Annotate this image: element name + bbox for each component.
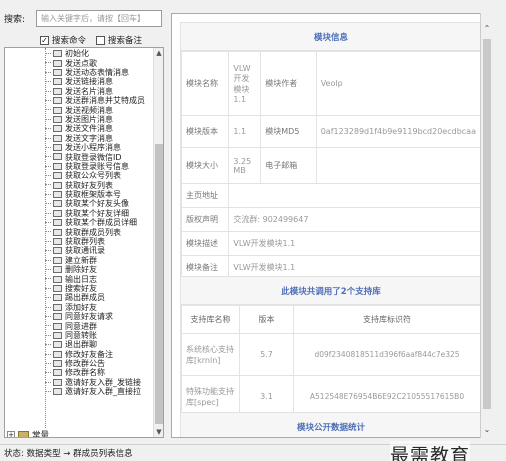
- name-value: VLW开发模块1.1: [228, 51, 262, 116]
- command-icon: [53, 106, 62, 114]
- command-icon: [53, 275, 62, 283]
- command-icon: [53, 360, 62, 368]
- module-info-card: 模块信息 模块名称 VLW开发模块1.1 模块作者 Veolp 模块版本 1.1…: [180, 22, 482, 281]
- support-libs-table: 支持库名称 版本 支持库标识符 系统核心支持库[krnln] 5.7 d09f2…: [181, 305, 481, 418]
- md5-value: 0af123289d1f4b9e9119bcd20ecdbcaa: [315, 115, 482, 148]
- lib-id-cell: d09f2340818511d396f6aaf844c7e325: [293, 333, 481, 376]
- command-icon: [53, 144, 62, 152]
- command-icon: [53, 115, 62, 123]
- copyright-value: 交流群: 902499647: [228, 207, 481, 232]
- homepage-value: [228, 183, 481, 208]
- command-icon: [53, 59, 62, 67]
- tree-item-label: 邀请好友入群_直接拉: [65, 387, 141, 397]
- option-label: 搜索命令: [52, 36, 87, 46]
- command-icon: [53, 162, 62, 170]
- public-stats-title: 模块公开数据统计: [181, 413, 481, 437]
- module-info-title: 模块信息: [181, 23, 481, 51]
- col-header-lib-id: 支持库标识符: [293, 305, 481, 334]
- tree-root-label: 常量: [32, 431, 50, 438]
- command-icon: [53, 68, 62, 76]
- command-icon: [53, 125, 62, 133]
- scroll-down-arrow-icon[interactable]: ▼: [154, 427, 163, 437]
- scroll-up-arrow-icon[interactable]: ⌃: [481, 23, 493, 35]
- command-icon: [53, 219, 62, 227]
- support-libs-card: 此模块共调用了2个支持库 支持库名称 版本 支持库标识符 系统核心支持库[krn…: [180, 276, 482, 419]
- scroll-down-arrow-icon[interactable]: ⌄: [481, 424, 493, 436]
- command-icon: [53, 134, 62, 142]
- support-libs-title: 此模块共调用了2个支持库: [181, 277, 481, 305]
- left-panel: 搜索: 输入关键字后，请按【回车】 ✓ 搜索命令 搜索备注 初始化 发送点歌 发送动…: [0, 0, 170, 445]
- command-icon: [53, 181, 62, 189]
- md5-label: 模块MD5: [260, 115, 317, 148]
- version-label: 模块版本: [180, 115, 230, 148]
- col-header-lib-name: 支持库名称: [181, 305, 240, 334]
- command-icon: [53, 341, 62, 349]
- command-icon: [53, 238, 62, 245]
- command-icon: [53, 153, 62, 161]
- homepage-label: 主页地址: [180, 183, 230, 208]
- detail-scroll-thumb[interactable]: [483, 39, 491, 409]
- folder-icon: [18, 431, 29, 437]
- email-label: 电子邮箱: [260, 147, 317, 184]
- command-icon: [53, 87, 62, 95]
- scroll-up-arrow-icon[interactable]: ▲: [154, 48, 163, 58]
- detail-scrollbar[interactable]: ⌃ ⌄: [480, 13, 493, 438]
- lib-version-cell: 5.7: [239, 333, 294, 376]
- checkbox-checked-icon[interactable]: ✓: [40, 35, 49, 45]
- public-stats-card: 模块公开数据统计: [180, 412, 482, 437]
- command-icon: [53, 313, 62, 321]
- command-icon: [53, 200, 62, 208]
- command-icon: [53, 322, 62, 330]
- option-search-commands[interactable]: ✓ 搜索命令: [40, 34, 86, 46]
- search-label: 搜索:: [4, 14, 26, 25]
- command-icon: [53, 209, 62, 217]
- version-value: 1.1: [228, 115, 262, 148]
- command-icon: [53, 172, 62, 180]
- command-icon: [53, 303, 62, 311]
- command-icon: [53, 191, 62, 199]
- command-icon: [53, 78, 62, 86]
- watermark: 最需教育: [390, 441, 471, 461]
- command-icon: [53, 378, 62, 386]
- search-input[interactable]: 输入关键字后，请按【回车】: [36, 9, 162, 27]
- command-icon: [53, 388, 62, 396]
- command-icon: [53, 331, 62, 339]
- command-icon: [53, 228, 62, 236]
- command-icon: [53, 284, 62, 292]
- tree-scrollbar[interactable]: ▲ ▼: [153, 48, 163, 437]
- name-label: 模块名称: [180, 51, 230, 116]
- command-icon: [53, 294, 62, 302]
- command-icon: [53, 369, 62, 377]
- size-label: 模块大小: [180, 147, 230, 184]
- module-info-table: 模块名称 VLW开发模块1.1 模块作者 Veolp 模块版本 1.1 模块MD…: [180, 51, 482, 280]
- command-icon: [53, 256, 62, 264]
- lib-name-cell: 系统核心支持库[krnln]: [181, 333, 240, 376]
- checkbox-unchecked-icon[interactable]: [96, 35, 106, 45]
- size-value: 3.25 MB: [228, 147, 262, 184]
- tree-scroll-thumb[interactable]: [155, 144, 163, 424]
- command-icon: [53, 247, 62, 255]
- email-value: [315, 147, 482, 184]
- expand-plus-icon[interactable]: +: [7, 431, 15, 437]
- tree-list: 初始化 发送点歌 发送动态表情消息 发送链接消息 发送名片消息 发送群消息并艾特成员 发送视…: [5, 49, 155, 396]
- description-label: 模块描述: [180, 231, 230, 256]
- option-search-notes[interactable]: 搜索备注: [96, 34, 142, 46]
- command-icon: [53, 350, 62, 358]
- search-options: ✓ 搜索命令 搜索备注: [40, 34, 142, 46]
- author-label: 模块作者: [260, 51, 317, 116]
- description-value: VLW开发模块1.1: [228, 231, 481, 256]
- command-icon: [53, 97, 62, 105]
- option-label: 搜索备注: [108, 36, 143, 46]
- search-row: 搜索: 输入关键字后，请按【回车】: [4, 9, 162, 27]
- author-value: Veolp: [315, 51, 482, 116]
- tree-item[interactable]: 邀请好友入群_直接拉: [5, 387, 155, 396]
- command-tree[interactable]: 初始化 发送点歌 发送动态表情消息 发送链接消息 发送名片消息 发送群消息并艾特成员 发送视…: [4, 47, 164, 438]
- col-header-version: 版本: [239, 305, 294, 334]
- table-row: 系统核心支持库[krnln] 5.7 d09f2340818511d396f6a…: [181, 333, 481, 376]
- tree-node-constants[interactable]: + 常量: [7, 429, 50, 438]
- command-icon: [53, 50, 62, 58]
- module-detail-panel: 模块信息 模块名称 VLW开发模块1.1 模块作者 Veolp 模块版本 1.1…: [171, 13, 493, 438]
- command-icon: [53, 266, 62, 274]
- copyright-label: 版权声明: [180, 207, 230, 232]
